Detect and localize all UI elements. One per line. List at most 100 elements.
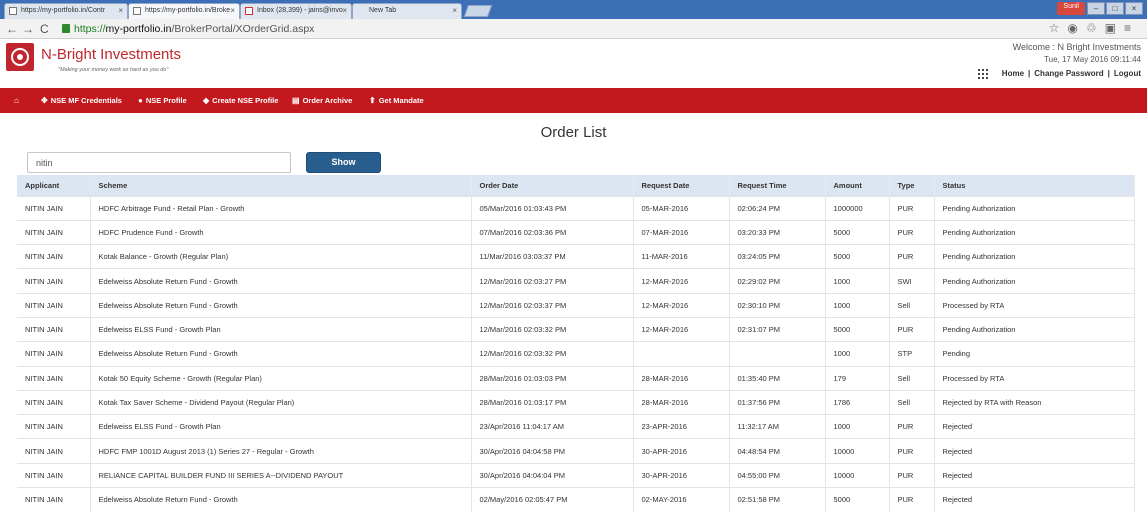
browser-tab[interactable]: New Tab × bbox=[352, 3, 462, 19]
column-header-applicant[interactable]: Applicant bbox=[17, 175, 91, 196]
cell-order-date: 07/Mar/2016 02:03:36 PM bbox=[471, 219, 634, 245]
applicant-search-input[interactable] bbox=[27, 152, 291, 173]
column-header-request-date[interactable]: Request Date bbox=[633, 175, 730, 196]
extension-icon[interactable]: ♲ bbox=[1086, 21, 1105, 35]
cell-scheme: Edelweiss ELSS Fund - Growth Plan bbox=[90, 414, 472, 439]
cell-order-date: 28/Mar/2016 01:03:17 PM bbox=[471, 389, 634, 415]
comments-icon: ● bbox=[138, 96, 143, 105]
cell-amount: 1000 bbox=[825, 292, 890, 318]
cell-request-date: 07-MAR-2016 bbox=[633, 219, 730, 245]
cell-scheme: HDFC Arbitrage Fund - Retail Plan - Grow… bbox=[90, 195, 472, 221]
cell-request-time: 02:06:24 PM bbox=[729, 195, 826, 221]
cell-applicant: NITIN JAIN bbox=[17, 268, 91, 294]
order-table: Applicant Scheme Order Date Request Date… bbox=[17, 175, 1135, 512]
cell-applicant: NITIN JAIN bbox=[17, 438, 91, 464]
menu-item-label: Create NSE Profile bbox=[212, 96, 279, 105]
minimize-icon[interactable]: – bbox=[1087, 2, 1105, 15]
cell-scheme: Kotak Balance - Growth (Regular Plan) bbox=[90, 244, 472, 269]
cell-type: PUR bbox=[889, 244, 935, 269]
cell-amount: 5000 bbox=[825, 244, 890, 269]
table-row[interactable]: NITIN JAIN Edelweiss Absolute Return Fund… bbox=[17, 487, 1135, 512]
table-row[interactable]: NITIN JAIN Kotak Balance - Growth (Regula… bbox=[17, 244, 1135, 269]
cell-amount: 1000 bbox=[825, 268, 890, 294]
change-password-link[interactable]: Change Password bbox=[1034, 69, 1103, 78]
cell-amount: 179 bbox=[825, 365, 890, 391]
table-row[interactable]: NITIN JAIN HDFC FMP 1001D August 2013 (1)… bbox=[17, 438, 1135, 464]
close-icon[interactable]: × bbox=[118, 6, 123, 15]
file-icon: ▤ bbox=[292, 96, 300, 105]
menu-item-nse-profile[interactable]: ● NSE Profile bbox=[138, 88, 187, 113]
close-icon[interactable]: × bbox=[342, 6, 347, 15]
cell-type: PUR bbox=[889, 414, 935, 439]
forward-icon[interactable]: → bbox=[22, 21, 34, 37]
logout-link[interactable]: Logout bbox=[1114, 69, 1141, 78]
cell-type: Sell bbox=[889, 365, 935, 391]
column-header-type[interactable]: Type bbox=[889, 175, 935, 196]
column-header-order-date[interactable]: Order Date bbox=[471, 175, 634, 196]
back-icon[interactable]: ← bbox=[6, 21, 18, 37]
close-window-icon[interactable]: × bbox=[1125, 2, 1143, 15]
cell-status: Pending Authorization bbox=[934, 195, 1135, 221]
cell-request-date: 30-APR-2016 bbox=[633, 462, 730, 488]
table-row[interactable]: NITIN JAIN Edelweiss Absolute Return Fund… bbox=[17, 268, 1135, 294]
new-tab-button[interactable] bbox=[463, 5, 493, 17]
cell-type: SWI bbox=[889, 268, 935, 294]
maximize-icon[interactable]: □ bbox=[1106, 2, 1124, 15]
home-menu-button[interactable]: ⌂ bbox=[14, 88, 22, 113]
url-path: /BrokerPortal/XOrderGrid.aspx bbox=[171, 23, 315, 35]
menu-icon[interactable]: ≡ bbox=[1124, 21, 1139, 35]
menu-item-create-nse-profile[interactable]: ◆ Create NSE Profile bbox=[203, 88, 278, 113]
cell-type: PUR bbox=[889, 316, 935, 342]
brand-logo[interactable] bbox=[6, 43, 34, 71]
cell-amount: 1786 bbox=[825, 389, 890, 415]
cell-applicant: NITIN JAIN bbox=[17, 219, 91, 245]
table-row[interactable]: NITIN JAIN Edelweiss ELSS Fund - Growth P… bbox=[17, 316, 1135, 342]
cell-request-date: 05-MAR-2016 bbox=[633, 195, 730, 221]
cell-request-date bbox=[633, 341, 730, 367]
apps-grid-icon[interactable] bbox=[978, 69, 988, 79]
table-row[interactable]: NITIN JAIN Edelweiss Absolute Return Fund… bbox=[17, 292, 1135, 318]
browser-tab-active[interactable]: https://my-portfolio.in/Broke × bbox=[128, 3, 240, 19]
url-field[interactable]: https://my-portfolio.in/BrokerPortal/XOr… bbox=[62, 22, 314, 36]
close-icon[interactable]: × bbox=[230, 6, 235, 15]
cell-order-date: 30/Apr/2016 04:04:58 PM bbox=[471, 438, 634, 464]
menu-item-get-mandate[interactable]: ⬆ Get Mandate bbox=[369, 88, 424, 113]
home-icon: ⌂ bbox=[14, 96, 19, 105]
column-header-amount[interactable]: Amount bbox=[825, 175, 890, 196]
close-icon[interactable]: × bbox=[452, 6, 457, 15]
cell-request-time: 04:48:54 PM bbox=[729, 438, 826, 464]
home-link[interactable]: Home bbox=[1002, 69, 1024, 78]
menu-item-nse-mf-credentials[interactable]: ✥ NSE MF Credentials bbox=[41, 88, 122, 113]
extension-icon[interactable]: ◉ bbox=[1067, 21, 1085, 35]
browser-tab[interactable]: https://my-portfolio.in/Contr × bbox=[4, 3, 128, 19]
cell-scheme: HDFC Prudence Fund - Growth bbox=[90, 219, 472, 245]
tab-title: https://my-portfolio.in/Contr bbox=[21, 7, 106, 14]
profile-button[interactable]: Sunil bbox=[1057, 2, 1085, 15]
show-button[interactable]: Show bbox=[306, 152, 381, 173]
star-icon[interactable]: ☆ bbox=[1049, 21, 1068, 35]
cell-amount: 1000 bbox=[825, 341, 890, 367]
users-icon: ✥ bbox=[41, 96, 48, 105]
table-row[interactable]: NITIN JAIN RELIANCE CAPITAL BUILDER FUND … bbox=[17, 462, 1135, 488]
table-row[interactable]: NITIN JAIN HDFC Arbitrage Fund - Retail P… bbox=[17, 195, 1135, 221]
table-row[interactable]: NITIN JAIN Kotak 50 Equity Scheme - Growt… bbox=[17, 365, 1135, 391]
cell-applicant: NITIN JAIN bbox=[17, 414, 91, 439]
table-row[interactable]: NITIN JAIN HDFC Prudence Fund - Growth 07/… bbox=[17, 219, 1135, 245]
table-row[interactable]: NITIN JAIN Edelweiss Absolute Return Fund… bbox=[17, 341, 1135, 367]
table-row[interactable]: NITIN JAIN Edelweiss ELSS Fund - Growth P… bbox=[17, 414, 1135, 439]
cell-type: Sell bbox=[889, 292, 935, 318]
cell-order-date: 05/Mar/2016 01:03:43 PM bbox=[471, 195, 634, 221]
cell-request-time: 03:20:33 PM bbox=[729, 219, 826, 245]
comment-plus-icon: ◆ bbox=[203, 96, 210, 105]
cell-order-date: 11/Mar/2016 03:03:37 PM bbox=[471, 244, 634, 269]
reload-icon[interactable]: C bbox=[40, 21, 49, 37]
current-datetime: Tue, 17 May 2016 09:11:44 bbox=[1044, 55, 1141, 64]
browser-tab[interactable]: Inbox (28,399) - jains@invo × bbox=[240, 3, 352, 19]
column-header-status[interactable]: Status bbox=[934, 175, 1135, 196]
column-header-scheme[interactable]: Scheme bbox=[90, 175, 472, 196]
column-header-request-time[interactable]: Request Time bbox=[729, 175, 826, 196]
table-row[interactable]: NITIN JAIN Kotak Tax Saver Scheme - Divid… bbox=[17, 389, 1135, 415]
cell-type: STP bbox=[889, 341, 935, 367]
menu-item-order-archive[interactable]: ▤ Order Archive bbox=[292, 88, 352, 113]
extension-icon[interactable]: ▣ bbox=[1105, 21, 1124, 35]
